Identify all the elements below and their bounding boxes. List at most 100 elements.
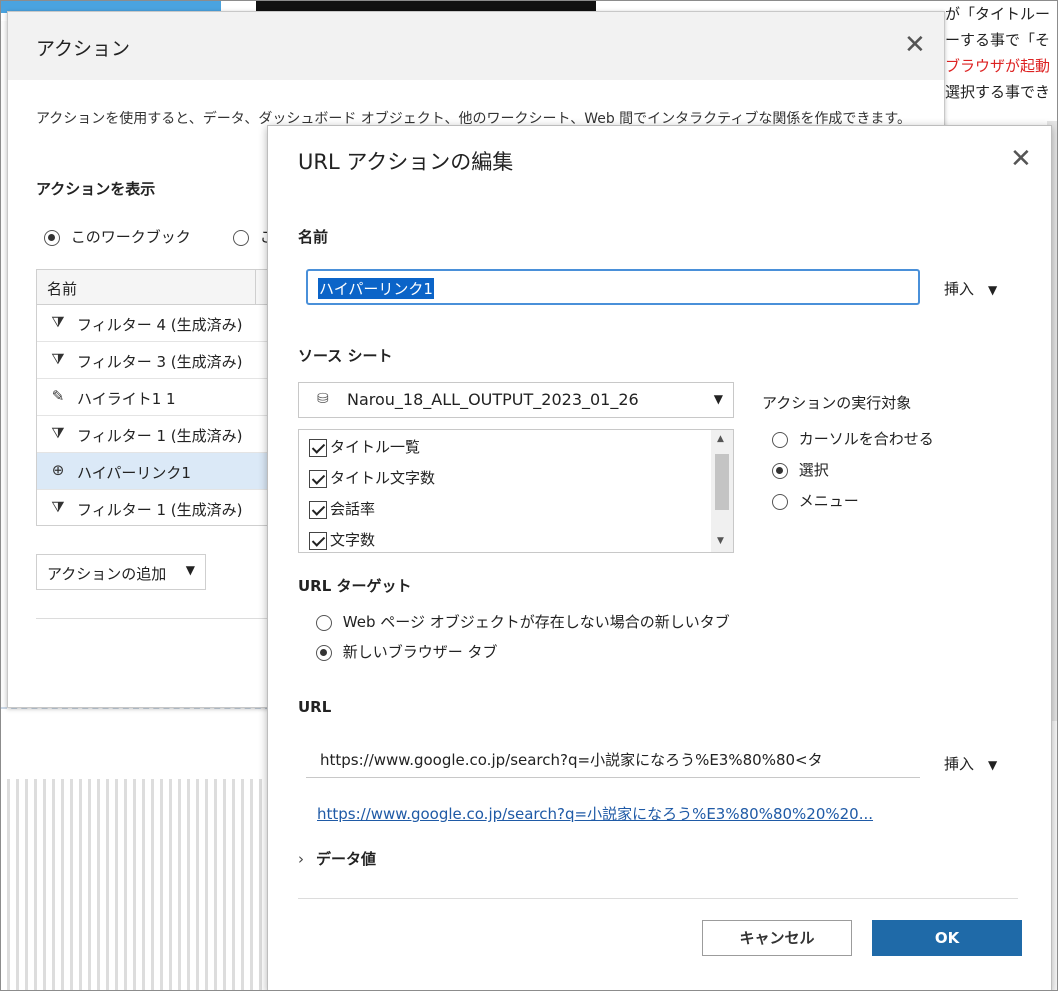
checkbox-checked-icon[interactable]: [309, 531, 327, 550]
actions-dialog-title: アクション: [36, 38, 131, 60]
url-action-dialog: URL アクションの編集 ✕ 名前 ハイパーリンク1 挿入 ▼ ソース シート ⛁…: [267, 125, 1052, 990]
sheet-list: タイトル一覧 タイトル文字数 会話率 文字数 ▲ ▼: [298, 429, 734, 553]
sheet-label: タイトル一覧: [330, 438, 421, 456]
sheet-label: 会話率: [330, 500, 376, 518]
source-select-value: Narou_18_ALL_OUTPUT_2023_01_26: [347, 390, 639, 409]
data-values-expander[interactable]: › データ値: [298, 848, 376, 869]
sheet-label: 文字数: [330, 531, 376, 549]
scrollbar-thumb[interactable]: [715, 454, 729, 510]
row-label: フィルター 1 (生成済み): [77, 427, 243, 445]
run-on-label: アクションの実行対象: [762, 394, 912, 412]
radio-new-browser-tab[interactable]: 新しいブラウザー タブ: [316, 641, 498, 662]
radio-unselected-icon[interactable]: [233, 229, 249, 246]
radio-label: Web ページ オブジェクトが存在しない場合の新しいタブ: [342, 613, 730, 631]
chevron-right-icon: ›: [298, 850, 304, 868]
dropdown-arrow-icon: ▼: [988, 283, 998, 297]
row-label: フィルター 1 (生成済み): [77, 501, 243, 519]
radio-label: カーソルを合わせる: [798, 430, 934, 448]
radio-label: このワークブック: [70, 228, 191, 246]
url-label: URL: [298, 698, 332, 716]
radio-this-workbook[interactable]: このワークブック: [44, 226, 191, 247]
radio-menu[interactable]: メニュー: [772, 490, 859, 511]
table-header: 名前: [37, 270, 273, 305]
ok-button[interactable]: OK: [872, 920, 1022, 956]
sheet-checkbox-item[interactable]: タイトル一覧: [309, 436, 420, 457]
actions-dialog-titlebar: アクション ✕: [8, 12, 944, 80]
insert-label: 挿入: [944, 755, 975, 773]
row-label: ハイパーリンク1: [77, 464, 191, 482]
url-input[interactable]: https://www.google.co.jp/search?q=小説家になろ…: [306, 744, 920, 778]
url-input-value: https://www.google.co.jp/search?q=小説家になろ…: [320, 751, 823, 769]
background-chart-area: [1, 707, 271, 779]
radio-unselected-icon[interactable]: [772, 431, 788, 448]
radio-unselected-icon[interactable]: [772, 493, 788, 510]
url-target-label: URL ターゲット: [298, 577, 412, 595]
data-values-label: データ値: [316, 850, 377, 868]
url-dialog-title: URL アクションの編集: [298, 150, 514, 174]
filter-icon: ⧩: [51, 350, 65, 368]
source-select[interactable]: ⛁ Narou_18_ALL_OUTPUT_2023_01_26 ▼: [298, 382, 734, 418]
radio-hover[interactable]: カーソルを合わせる: [772, 428, 934, 449]
column-header-name[interactable]: 名前: [47, 278, 77, 299]
cancel-button[interactable]: キャンセル: [702, 920, 852, 956]
radio-selected-icon[interactable]: [44, 229, 60, 246]
table-row[interactable]: ⧩ フィルター 4 (生成済み): [37, 305, 273, 342]
table-row[interactable]: ⧩ フィルター 1 (生成済み): [37, 416, 273, 453]
radio-selected-icon[interactable]: [316, 644, 332, 661]
database-icon: ⛁: [317, 391, 329, 407]
close-icon[interactable]: ✕: [1010, 146, 1032, 172]
radio-unselected-icon[interactable]: [316, 614, 332, 631]
row-label: フィルター 3 (生成済み): [77, 353, 243, 371]
insert-label: 挿入: [944, 280, 975, 298]
scroll-down-icon[interactable]: ▼: [717, 536, 724, 546]
filter-icon: ⧩: [51, 498, 65, 516]
table-row[interactable]: ✎ ハイライト1 1: [37, 379, 273, 416]
app-window: が「タイトルー ーする事で「そ ブラウザが起動 選択する事でき アクション ✕ …: [0, 0, 1058, 991]
scroll-up-icon[interactable]: ▲: [717, 434, 724, 444]
source-sheet-label: ソース シート: [298, 347, 393, 365]
radio-new-tab-if-no-web-object[interactable]: Web ページ オブジェクトが存在しない場合の新しいタブ: [316, 611, 730, 632]
name-input[interactable]: ハイパーリンク1: [306, 269, 920, 305]
sheet-label: タイトル文字数: [330, 469, 436, 487]
column-divider[interactable]: [255, 270, 256, 304]
insert-dropdown[interactable]: 挿入 ▼: [944, 753, 997, 774]
radio-selected-icon[interactable]: [772, 462, 788, 479]
close-icon[interactable]: ✕: [904, 32, 926, 58]
globe-icon: ⊕: [51, 461, 65, 479]
show-actions-label: アクションを表示: [36, 180, 156, 198]
checkbox-checked-icon[interactable]: [309, 500, 327, 519]
dropdown-arrow-icon: ▼: [185, 563, 195, 577]
row-label: ハイライト1 1: [77, 390, 176, 408]
add-action-label: アクションの追加: [47, 565, 167, 583]
radio-label: 新しいブラウザー タブ: [342, 643, 498, 661]
add-action-button[interactable]: アクションの追加 ▼: [36, 554, 206, 590]
sheet-checkbox-item[interactable]: 文字数: [309, 529, 375, 550]
checkbox-checked-icon[interactable]: [309, 469, 327, 488]
radio-select[interactable]: 選択: [772, 459, 829, 480]
checkbox-checked-icon[interactable]: [309, 438, 327, 457]
filter-icon: ⧩: [51, 313, 65, 331]
table-row-selected[interactable]: ⊕ ハイパーリンク1: [37, 453, 273, 490]
background-text-line: 選択する事でき: [945, 83, 1051, 101]
row-label: フィルター 4 (生成済み): [77, 316, 243, 334]
name-input-value: ハイパーリンク1: [318, 278, 434, 299]
name-label: 名前: [298, 228, 329, 246]
sheet-checkbox-item[interactable]: 会話率: [309, 498, 375, 519]
insert-dropdown[interactable]: 挿入 ▼: [944, 278, 997, 299]
background-text-line: ーする事で「そ: [945, 31, 1051, 49]
dropdown-arrow-icon: ▼: [988, 758, 998, 772]
url-preview-link[interactable]: https://www.google.co.jp/search?q=小説家になろ…: [317, 803, 873, 824]
filter-icon: ⧩: [51, 424, 65, 442]
table-row[interactable]: ⧩ フィルター 1 (生成済み): [37, 490, 273, 525]
background-text-line: ブラウザが起動: [945, 57, 1051, 75]
actions-table: 名前 ⧩ フィルター 4 (生成済み) ⧩ フィルター 3 (生成済み) ✎ ハ…: [36, 269, 274, 526]
table-row[interactable]: ⧩ フィルター 3 (生成済み): [37, 342, 273, 379]
radio-label: 選択: [798, 461, 829, 479]
divider: [298, 898, 1018, 899]
background-text-line: が「タイトルー: [945, 5, 1051, 23]
highlight-icon: ✎: [51, 387, 65, 405]
dropdown-arrow-icon: ▼: [713, 392, 723, 406]
radio-label: メニュー: [798, 492, 859, 510]
sheet-list-scrollbar[interactable]: ▲ ▼: [711, 430, 733, 552]
sheet-checkbox-item[interactable]: タイトル文字数: [309, 467, 435, 488]
